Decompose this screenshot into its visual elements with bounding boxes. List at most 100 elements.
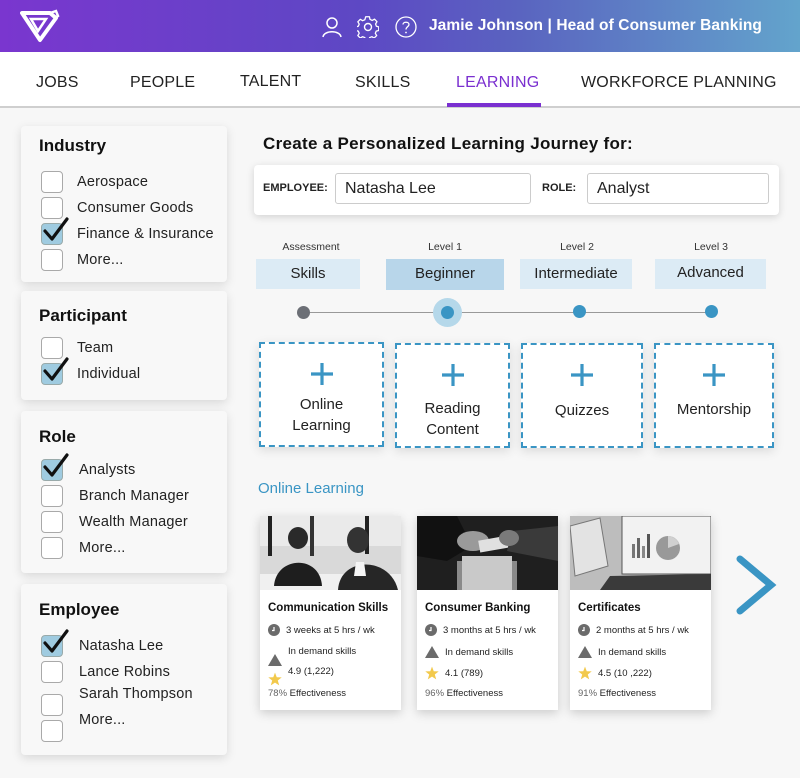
filter-option[interactable]: Individual xyxy=(41,357,140,385)
plus-icon xyxy=(310,363,333,385)
course-duration: 2 months at 5 hrs / wk xyxy=(578,624,689,636)
course-effectiveness: 96% Effectiveness xyxy=(425,688,503,699)
trending-triangle-icon xyxy=(578,646,592,658)
card-label: Reading xyxy=(424,400,481,417)
clock-icon xyxy=(425,624,437,636)
role-label: ROLE: xyxy=(542,182,577,194)
effectiveness-percent: 78% xyxy=(268,688,288,699)
star-icon xyxy=(425,666,439,680)
user-icon[interactable] xyxy=(321,16,343,38)
tab-talent[interactable]: TALENT xyxy=(240,73,301,91)
brand-logo-icon[interactable] xyxy=(20,9,60,43)
tab-people[interactable]: PEOPLE xyxy=(130,74,195,92)
timeline-step-completed[interactable] xyxy=(297,306,310,319)
course-effectiveness: 78% Effectiveness xyxy=(268,688,346,699)
tab-workforce-planning[interactable]: WORKFORCE PLANNING xyxy=(581,74,777,92)
effectiveness-label: Effectiveness xyxy=(599,688,656,699)
course-card[interactable]: Consumer Banking 3 months at 5 hrs / wk … xyxy=(417,516,558,710)
checkbox[interactable] xyxy=(41,694,63,716)
trending-triangle-icon xyxy=(268,654,282,666)
checkmark-icon xyxy=(43,453,69,477)
course-card[interactable]: Certificates 2 months at 5 hrs / wk In d… xyxy=(570,516,711,710)
filter-option[interactable]: Finance & Insurance xyxy=(41,217,214,245)
add-mentorship-card[interactable]: Mentorship xyxy=(654,343,774,448)
level-skills[interactable]: Skills xyxy=(256,259,360,289)
meeting-photo xyxy=(260,516,401,590)
option-label: Analysts xyxy=(79,462,136,478)
course-duration: 3 months at 5 hrs / wk xyxy=(425,624,536,636)
filter-title: Employee xyxy=(39,600,120,619)
card-label: Learning xyxy=(292,417,351,434)
filter-option[interactable]: More... xyxy=(41,249,124,271)
filter-option[interactable]: Aerospace xyxy=(41,171,148,193)
employee-label: EMPLOYEE: xyxy=(263,182,328,194)
checkbox-checked[interactable] xyxy=(41,217,69,245)
option-label: More... xyxy=(79,712,126,728)
tab-learning[interactable]: LEARNING xyxy=(456,74,539,92)
option-label: Consumer Goods xyxy=(77,200,194,216)
filter-title: Industry xyxy=(39,136,107,155)
laptop-charts-photo xyxy=(570,516,711,590)
course-title: Certificates xyxy=(578,602,641,614)
clock-icon xyxy=(268,624,280,636)
add-quizzes-card[interactable]: Quizzes xyxy=(521,343,643,448)
tab-skills[interactable]: SKILLS xyxy=(355,74,410,92)
employee-field[interactable]: Natasha Lee xyxy=(335,173,531,204)
checkbox[interactable] xyxy=(41,197,63,219)
checkbox[interactable] xyxy=(41,485,63,507)
checkbox-checked[interactable] xyxy=(41,453,69,481)
level-advanced[interactable]: Advanced xyxy=(655,259,766,289)
duration-text: 3 months at 5 hrs / wk xyxy=(443,624,536,636)
demand-text: In demand skills xyxy=(445,646,514,658)
filter-option[interactable]: More... xyxy=(41,537,126,559)
filter-option[interactable]: Branch Manager xyxy=(41,485,189,507)
duration-text: 2 months at 5 hrs / wk xyxy=(596,624,689,636)
star-icon xyxy=(578,666,592,680)
checkmark-icon xyxy=(43,629,69,653)
user-title[interactable]: Jamie Johnson | Head of Consumer Banking xyxy=(429,17,762,35)
card-label: Online xyxy=(299,396,344,413)
gear-icon[interactable] xyxy=(357,16,379,38)
tab-jobs[interactable]: JOBS xyxy=(36,74,79,92)
checkmark-icon xyxy=(43,357,69,381)
filter-option[interactable]: Natasha Lee xyxy=(41,629,163,657)
filter-option[interactable]: Analysts xyxy=(41,453,136,481)
timeline-step[interactable] xyxy=(705,305,718,318)
filter-option[interactable]: Consumer Goods xyxy=(41,197,193,219)
checkbox[interactable] xyxy=(41,249,63,271)
help-icon[interactable] xyxy=(395,16,417,38)
card-payment-photo xyxy=(417,516,558,590)
timeline-step-current[interactable] xyxy=(441,306,454,319)
filter-panel-role: Role Analysts Branch Manager Wealth Mana… xyxy=(21,411,227,573)
filter-option[interactable]: Lance Robins xyxy=(41,661,170,683)
employee-role-form: EMPLOYEE: Natasha Lee ROLE: Analyst xyxy=(254,165,779,215)
level-intermediate[interactable]: Intermediate xyxy=(520,259,632,289)
role-field[interactable]: Analyst xyxy=(587,173,769,204)
filter-option[interactable]: More... xyxy=(41,712,126,742)
filter-option[interactable]: Sarah Thompson xyxy=(41,686,193,716)
checkbox-checked[interactable] xyxy=(41,357,69,385)
checkbox-checked[interactable] xyxy=(41,629,69,657)
checkbox[interactable] xyxy=(41,171,63,193)
checkbox[interactable] xyxy=(41,661,63,683)
checkbox[interactable] xyxy=(41,720,63,742)
add-online-learning-card[interactable]: Online Learning xyxy=(259,342,384,447)
page-title: Create a Personalized Learning Journey f… xyxy=(263,134,633,153)
rating-text: 4.5 (10 ,222) xyxy=(598,667,652,679)
course-duration: 3 weeks at 5 hrs / wk xyxy=(268,624,375,636)
course-rating: 4.1 (789) xyxy=(425,666,483,680)
filter-option[interactable]: Team xyxy=(41,337,113,359)
level-caption: Level 1 xyxy=(428,241,462,253)
checkbox[interactable] xyxy=(41,537,63,559)
checkbox[interactable] xyxy=(41,337,63,359)
course-title: Communication Skills xyxy=(268,602,389,614)
level-beginner[interactable]: Beginner xyxy=(386,259,504,290)
checkbox[interactable] xyxy=(41,511,63,533)
main-nav: JOBS PEOPLE TALENT SKILLS LEARNING WORKF… xyxy=(0,52,800,108)
chevron-right-icon[interactable] xyxy=(735,555,777,615)
timeline-step[interactable] xyxy=(573,305,586,318)
course-card[interactable]: Communication Skills 3 weeks at 5 hrs / … xyxy=(260,516,401,710)
filter-option[interactable]: Wealth Manager xyxy=(41,511,188,533)
add-reading-content-card[interactable]: Reading Content xyxy=(395,343,510,448)
course-effectiveness: 91% Effectiveness xyxy=(578,688,656,699)
